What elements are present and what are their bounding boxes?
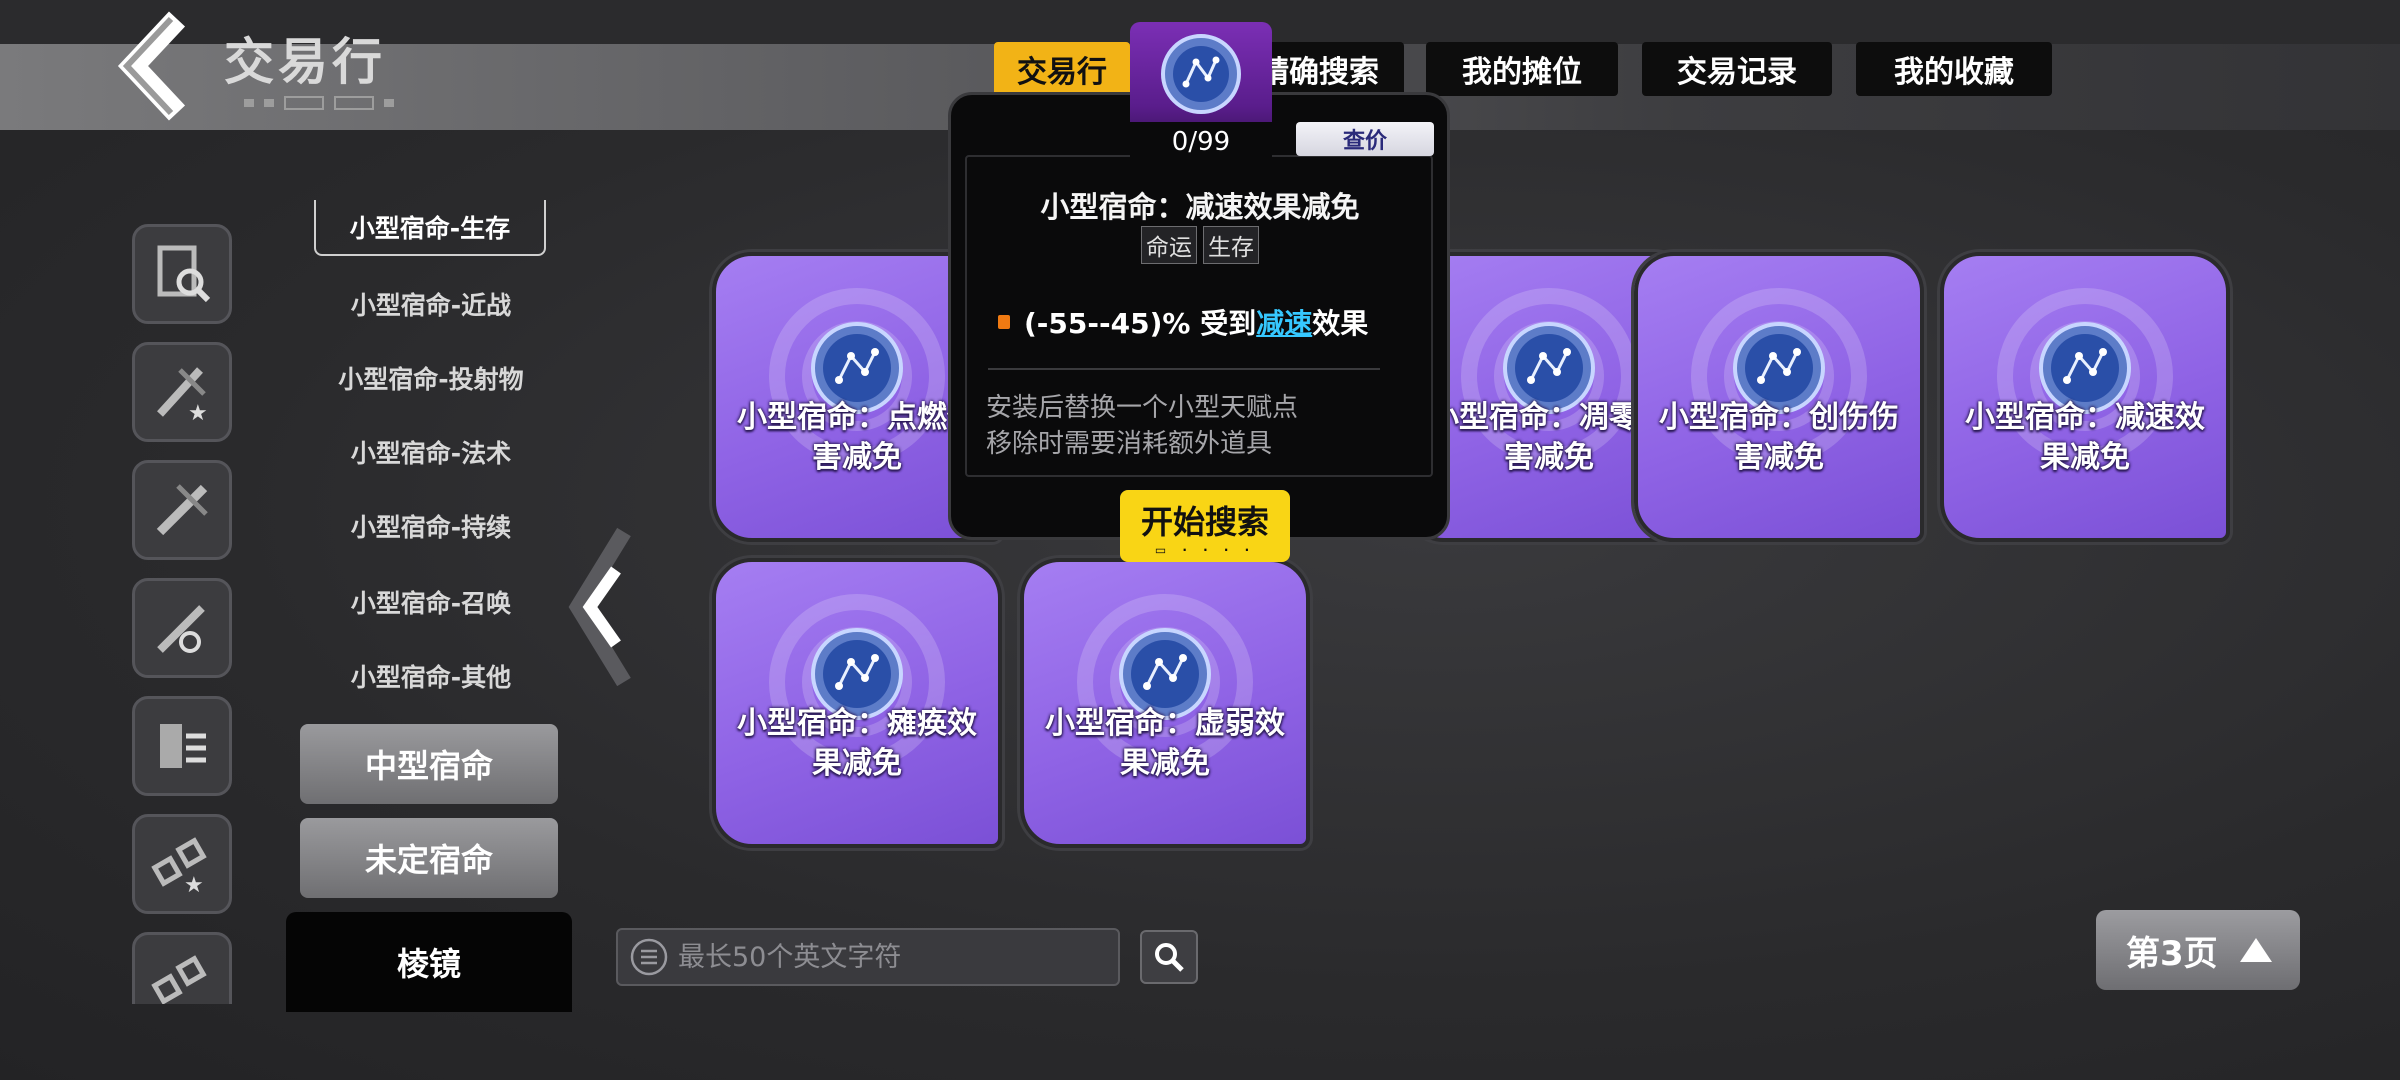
tag: 生存 xyxy=(1203,226,1259,264)
back-arrow-icon xyxy=(117,11,186,121)
destiny-emblem-icon xyxy=(1161,34,1241,114)
collapse-arrow-icon[interactable] xyxy=(564,512,644,702)
search-icon xyxy=(1155,943,1184,972)
subcategory-persistent[interactable]: 小型宿命-持续 xyxy=(286,498,576,554)
keyword-link[interactable]: 减速 xyxy=(1256,307,1312,340)
tab-my-stall[interactable]: 我的摊位 xyxy=(1426,42,1618,96)
page-selector-button[interactable]: 第3页 xyxy=(2096,910,2300,990)
category-icon-column: ★ ★ xyxy=(132,224,234,1004)
summon-category-icon[interactable] xyxy=(132,696,232,796)
item-stock-count: 0/99 xyxy=(1130,122,1272,162)
category-medium-destiny[interactable]: 中型宿命 xyxy=(300,724,558,804)
spell-category-icon[interactable] xyxy=(132,578,232,678)
start-search-button[interactable]: 开始搜索 ▭ · · · · xyxy=(1120,490,1290,562)
check-price-button[interactable]: 查价 xyxy=(1296,122,1434,156)
projectile-category-icon[interactable] xyxy=(132,460,232,560)
tab-trade-history[interactable]: 交易记录 xyxy=(1642,42,1832,96)
link-category-icon[interactable]: ★ xyxy=(132,814,232,914)
card-name: 小型宿命：创伤伤害减免 xyxy=(1659,400,1899,475)
list-icon xyxy=(630,938,668,976)
search-field xyxy=(616,928,1120,986)
subcategory-summon[interactable]: 小型宿命-召唤 xyxy=(286,574,576,630)
affix-bullet-icon xyxy=(998,315,1010,329)
item-card[interactable]: 小型宿命：瘫痪效果减免 xyxy=(712,558,1002,848)
subcategory-survival[interactable]: 小型宿命-生存 xyxy=(314,200,546,256)
popup-item-title: 小型宿命：减速效果减免 xyxy=(1040,190,1360,224)
chain-category-icon[interactable] xyxy=(132,932,232,1004)
card-name: 小型宿命：减速效果减免 xyxy=(1965,400,2205,475)
search-category-icon[interactable] xyxy=(132,224,232,324)
category-undecided-destiny[interactable]: 未定宿命 xyxy=(300,818,558,898)
triangle-up-icon xyxy=(2239,938,2272,962)
page-label: 第3页 xyxy=(2126,933,2218,974)
popup-divider xyxy=(988,368,1380,370)
card-name: 小型宿命：瘫痪效果减免 xyxy=(737,706,977,781)
subcategory-other[interactable]: 小型宿命-其他 xyxy=(286,648,576,704)
page-title: 交易行 xyxy=(224,33,386,91)
button-dots-decoration: ▭ · · · · xyxy=(1154,543,1256,557)
back-button[interactable] xyxy=(112,8,208,124)
item-card[interactable]: 小型宿命：虚弱效果减免 xyxy=(1020,558,1310,848)
search-button[interactable] xyxy=(1140,930,1198,984)
tab-market[interactable]: 交易行 xyxy=(994,42,1130,96)
popup-affix: (-55--45)% 受到减速效果 xyxy=(998,302,1368,342)
title-decoration xyxy=(244,96,404,110)
popup-description: 安装后替换一个小型天赋点 移除时需要消耗额外道具 xyxy=(986,393,1299,459)
item-card[interactable]: 小型宿命：创伤伤害减免 xyxy=(1634,252,1924,542)
category-prism[interactable]: 棱镜 xyxy=(286,912,572,1012)
svg-text:★: ★ xyxy=(188,401,208,424)
card-name: 小型宿命：虚弱效果减免 xyxy=(1045,706,1285,781)
melee-category-icon[interactable]: ★ xyxy=(132,342,232,442)
item-card[interactable]: 小型宿命：减速效果减免 xyxy=(1940,252,2230,542)
tag: 命运 xyxy=(1141,226,1197,264)
svg-text:★: ★ xyxy=(184,873,204,896)
tab-favorites[interactable]: 我的收藏 xyxy=(1856,42,2052,96)
popup-tags: 命运 生存 xyxy=(960,226,1440,264)
subcategory-melee[interactable]: 小型宿命-近战 xyxy=(286,276,576,332)
subcategory-spell[interactable]: 小型宿命-法术 xyxy=(286,424,576,480)
subcategory-projectile[interactable]: 小型宿命-投射物 xyxy=(286,350,576,406)
search-input[interactable] xyxy=(678,941,1098,973)
